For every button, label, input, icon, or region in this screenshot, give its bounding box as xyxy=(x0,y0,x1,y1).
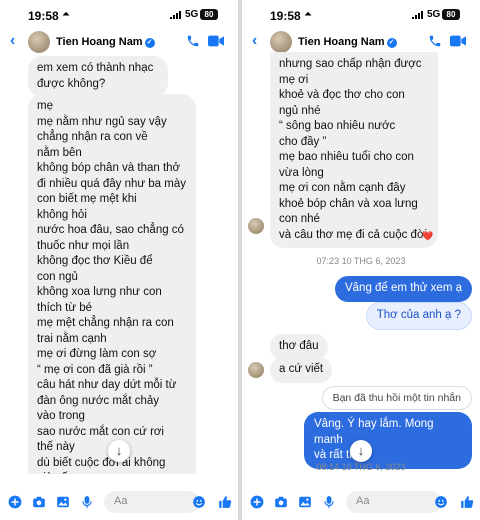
signal-icon xyxy=(412,11,423,19)
contact-name-text: Tien Hoang Nam xyxy=(298,36,385,48)
message-input-placeholder: Aa xyxy=(356,495,370,507)
outgoing-message[interactable]: Vâng. Ý hay lắm. Mong manh và rất tình xyxy=(304,412,472,469)
video-camera-icon[interactable] xyxy=(450,35,466,47)
message-input-placeholder: Aa xyxy=(114,495,128,507)
heart-reaction[interactable]: ❤️ xyxy=(422,231,433,242)
plus-icon[interactable] xyxy=(8,495,22,509)
incoming-message[interactable]: thơ đâu xyxy=(270,334,328,360)
contact-name[interactable]: Tien Hoang Nam ✓ xyxy=(56,36,155,48)
outgoing-message[interactable]: Thơ của anh ạ ? xyxy=(365,302,472,330)
message-input[interactable]: Aa xyxy=(104,491,200,513)
arrow-down-icon[interactable]: ↓ xyxy=(108,440,130,462)
network-label: 5G xyxy=(185,9,199,20)
camera-icon[interactable] xyxy=(32,495,46,509)
right-screenshot: 19:58 ⏶ 5G 80 ‹ Tien Hoang Nam ✓ nhưng sa… xyxy=(242,0,480,520)
incoming-message[interactable]: a cứ viết xyxy=(270,357,333,383)
outgoing-message[interactable]: Vâng để em thử xem ạ xyxy=(334,276,472,302)
avatar[interactable] xyxy=(270,31,292,53)
phone-icon[interactable] xyxy=(186,34,200,48)
status-bar: 19:58 ⏶ 5G 80 xyxy=(0,0,238,30)
avatar[interactable] xyxy=(28,31,50,53)
incoming-message[interactable]: mẹ mẹ nằm như ngủ say vậy chẳng nhận ra … xyxy=(28,94,196,474)
avatar xyxy=(248,218,264,234)
message-composer: Aa xyxy=(0,484,238,520)
network-label: 5G xyxy=(427,9,441,20)
chevron-left-icon[interactable]: ‹ xyxy=(10,32,15,50)
arrow-down-icon[interactable]: ↓ xyxy=(350,440,372,462)
bell-off-icon: ⏶ xyxy=(62,9,70,20)
contact-name[interactable]: Tien Hoang Nam ✓ xyxy=(298,36,397,48)
message-input[interactable]: Aa xyxy=(346,491,442,513)
avatar xyxy=(248,362,264,378)
bell-off-icon: ⏶ xyxy=(304,9,312,20)
plus-icon[interactable] xyxy=(250,495,264,509)
emoji-icon[interactable] xyxy=(192,495,206,509)
signal-icon xyxy=(170,11,181,19)
verified-badge-icon: ✓ xyxy=(386,38,397,48)
timestamp: 08:14 10 THG 6, 2023 xyxy=(316,462,406,472)
status-bar: 19:58 ⏶ 5G 80 xyxy=(242,0,480,30)
incoming-message[interactable]: nhưng sao chấp nhận được mẹ ơi khoẻ và đ… xyxy=(270,52,438,248)
chevron-left-icon[interactable]: ‹ xyxy=(252,32,257,50)
video-camera-icon[interactable] xyxy=(208,35,224,47)
image-icon[interactable] xyxy=(56,495,70,509)
battery-icon: 80 xyxy=(442,9,460,20)
camera-icon[interactable] xyxy=(274,495,288,509)
emoji-icon[interactable] xyxy=(434,495,448,509)
status-time: 19:58 xyxy=(28,9,59,23)
incoming-message[interactable]: em xem có thành nhạc được không? xyxy=(28,56,168,97)
thumbs-up-icon[interactable] xyxy=(218,495,232,509)
timestamp: 07:23 10 THG 6, 2023 xyxy=(316,256,406,266)
phone-icon[interactable] xyxy=(428,34,442,48)
battery-icon: 80 xyxy=(200,9,218,20)
unsent-message-notice: Bạn đã thu hồi một tin nhắn xyxy=(321,386,472,410)
chat-header: ‹ Tien Hoang Nam ✓ xyxy=(0,30,238,56)
microphone-icon[interactable] xyxy=(322,495,336,509)
contact-name-text: Tien Hoang Nam xyxy=(56,36,143,48)
verified-badge-icon: ✓ xyxy=(144,38,155,48)
image-icon[interactable] xyxy=(298,495,312,509)
microphone-icon[interactable] xyxy=(80,495,94,509)
status-time: 19:58 xyxy=(270,9,301,23)
message-composer: Aa xyxy=(242,484,480,520)
left-screenshot: 19:58 ⏶ 5G 80 ‹ Tien Hoang Nam ✓ em xem c… xyxy=(0,0,238,520)
thumbs-up-icon[interactable] xyxy=(460,495,474,509)
